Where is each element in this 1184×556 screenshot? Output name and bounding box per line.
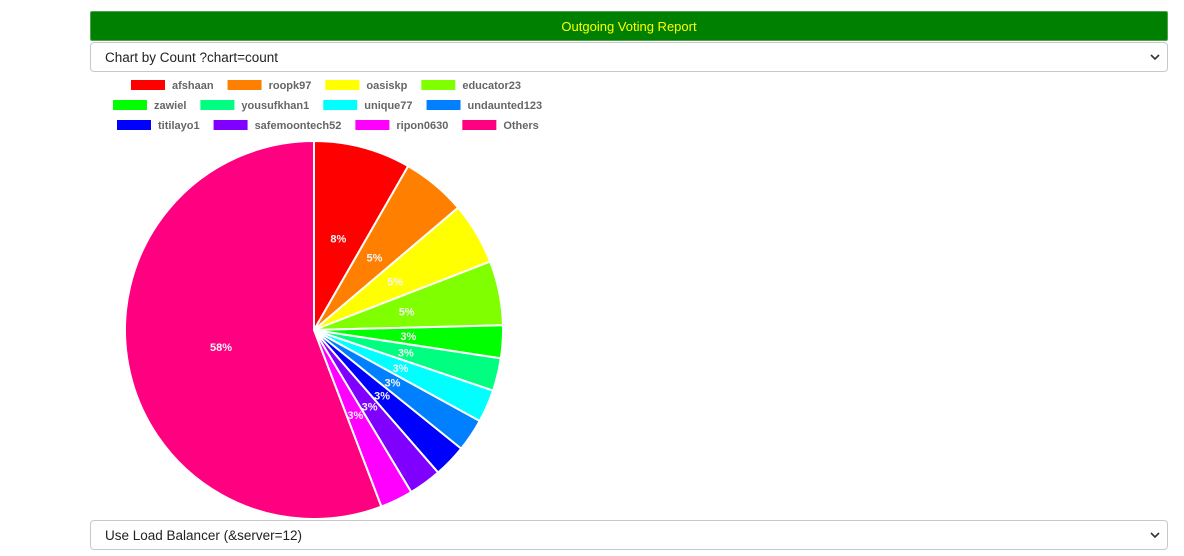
- legend-label[interactable]: oasiskp: [366, 80, 407, 92]
- legend-label[interactable]: safemoontech52: [255, 120, 342, 132]
- legend-swatch[interactable]: [213, 120, 248, 130]
- pie-slice-label: 3%: [385, 378, 401, 390]
- legend-label[interactable]: titilayo1: [158, 120, 200, 132]
- pie-slice-label: 3%: [393, 363, 409, 375]
- pie-slice-label: 3%: [398, 347, 414, 359]
- pie-slice-label: 5%: [367, 252, 383, 264]
- legend-swatch[interactable]: [325, 80, 360, 90]
- pie-slice-label: 3%: [347, 410, 363, 422]
- legend-label[interactable]: yousufkhan1: [241, 100, 309, 112]
- server-select[interactable]: Use Load Balancer (&server=12): [90, 520, 1168, 550]
- chevron-down-icon: [1150, 532, 1160, 539]
- legend-label[interactable]: Others: [503, 120, 538, 132]
- legend-label[interactable]: zawiel: [154, 100, 186, 112]
- legend-label[interactable]: undaunted123: [468, 100, 543, 112]
- pie-slice-label: 3%: [400, 331, 416, 343]
- chart-type-select[interactable]: Chart by Count ?chart=count: [90, 42, 1168, 72]
- legend-swatch[interactable]: [355, 120, 390, 130]
- legend-swatch[interactable]: [131, 80, 165, 90]
- pie-slice-label: 5%: [387, 277, 403, 289]
- chart-type-select-value: Chart by Count ?chart=count: [105, 49, 278, 65]
- legend-swatch[interactable]: [117, 120, 151, 130]
- legend-swatch[interactable]: [426, 100, 461, 110]
- legend-swatch[interactable]: [323, 100, 358, 110]
- pie-slice-label: 58%: [210, 342, 232, 354]
- legend-swatch[interactable]: [421, 80, 456, 90]
- legend-swatch[interactable]: [113, 100, 147, 110]
- legend-swatch[interactable]: [227, 80, 262, 90]
- legend-label[interactable]: roopk97: [269, 80, 312, 92]
- legend-label[interactable]: unique77: [364, 100, 412, 112]
- legend-swatch[interactable]: [200, 100, 235, 110]
- pie-slice-label: 3%: [362, 401, 378, 413]
- legend-label[interactable]: afshaan: [172, 80, 214, 92]
- pie-chart: afshaan roopk97 oasiskp educator23 zawiel you…: [113, 80, 542, 518]
- report-title-banner: Outgoing Voting Report: [90, 11, 1168, 41]
- chevron-down-icon: [1150, 54, 1160, 61]
- report-title: Outgoing Voting Report: [561, 18, 697, 34]
- legend-label[interactable]: educator23: [462, 80, 521, 92]
- legend-label[interactable]: ripon0630: [396, 120, 448, 132]
- pie-slice-label: 5%: [399, 306, 415, 318]
- server-select-value: Use Load Balancer (&server=12): [105, 527, 302, 543]
- pie-slices: [124, 139, 504, 518]
- pie-slice-label: 8%: [330, 234, 346, 246]
- legend-swatch[interactable]: [462, 120, 497, 130]
- chart-legend: afshaan roopk97 oasiskp educator23 zawiel you…: [113, 80, 542, 132]
